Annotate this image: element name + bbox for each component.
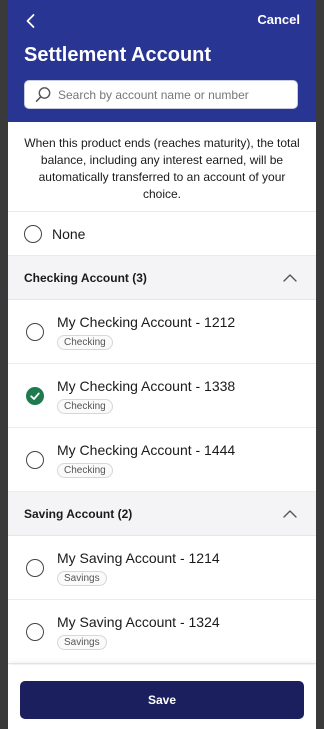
settlement-account-screen: Cancel Settlement Account When this prod… [8, 0, 316, 729]
account-radio[interactable] [26, 558, 44, 577]
cancel-button[interactable]: Cancel [257, 12, 300, 27]
maturity-description: When this product ends (reaches maturity… [8, 122, 316, 212]
account-radio[interactable] [26, 450, 44, 469]
section-title: Checking Account (3) [24, 270, 147, 285]
account-radio-selected[interactable] [26, 386, 44, 405]
account-type-badge: Savings [57, 634, 107, 650]
save-button[interactable]: Save [20, 681, 304, 719]
section-title: Saving Account (2) [24, 506, 133, 521]
account-name: My Saving Account - 1214 [57, 549, 220, 566]
check-icon [30, 392, 40, 400]
account-name: My Checking Account - 1212 [57, 313, 236, 330]
account-radio[interactable] [26, 622, 44, 641]
search-input[interactable] [58, 87, 288, 102]
none-option[interactable]: None [8, 212, 316, 256]
search-icon [35, 86, 51, 102]
account-item[interactable]: My Checking Account - 1444 Checking [8, 428, 316, 492]
account-name: My Saving Account - 1324 [57, 613, 220, 630]
page-title: Settlement Account [24, 44, 212, 66]
chevron-up-icon[interactable] [282, 506, 298, 522]
search-box[interactable] [24, 80, 298, 109]
account-type-badge: Checking [57, 334, 113, 350]
header: Cancel Settlement Account [8, 0, 316, 122]
footer-bar: Save [8, 665, 316, 729]
none-radio[interactable] [24, 224, 42, 243]
account-type-badge: Checking [57, 398, 113, 414]
none-option-label: None [52, 225, 86, 242]
account-name: My Checking Account - 1444 [57, 441, 236, 458]
account-info: My Saving Account - 1214 Savings [57, 550, 220, 586]
account-type-badge: Checking [57, 462, 113, 478]
account-type-badge: Savings [57, 570, 107, 586]
account-info: My Checking Account - 1212 Checking [57, 314, 235, 350]
account-item[interactable]: My Checking Account - 1212 Checking [8, 300, 316, 364]
chevron-up-icon[interactable] [282, 270, 298, 286]
account-item[interactable]: My Checking Account - 1338 Checking [8, 364, 316, 428]
back-chevron-icon[interactable] [22, 12, 40, 30]
account-info: My Checking Account - 1444 Checking [57, 442, 235, 478]
account-info: My Checking Account - 1338 Checking [57, 378, 235, 414]
account-radio[interactable] [26, 322, 44, 341]
account-name: My Checking Account - 1338 [57, 377, 236, 394]
account-item[interactable]: My Saving Account - 1214 Savings [8, 536, 316, 600]
account-info: My Saving Account - 1324 Savings [57, 614, 220, 650]
section-header-saving[interactable]: Saving Account (2) [8, 492, 316, 536]
section-header-checking[interactable]: Checking Account (3) [8, 256, 316, 300]
account-item[interactable]: My Saving Account - 1324 Savings [8, 600, 316, 664]
